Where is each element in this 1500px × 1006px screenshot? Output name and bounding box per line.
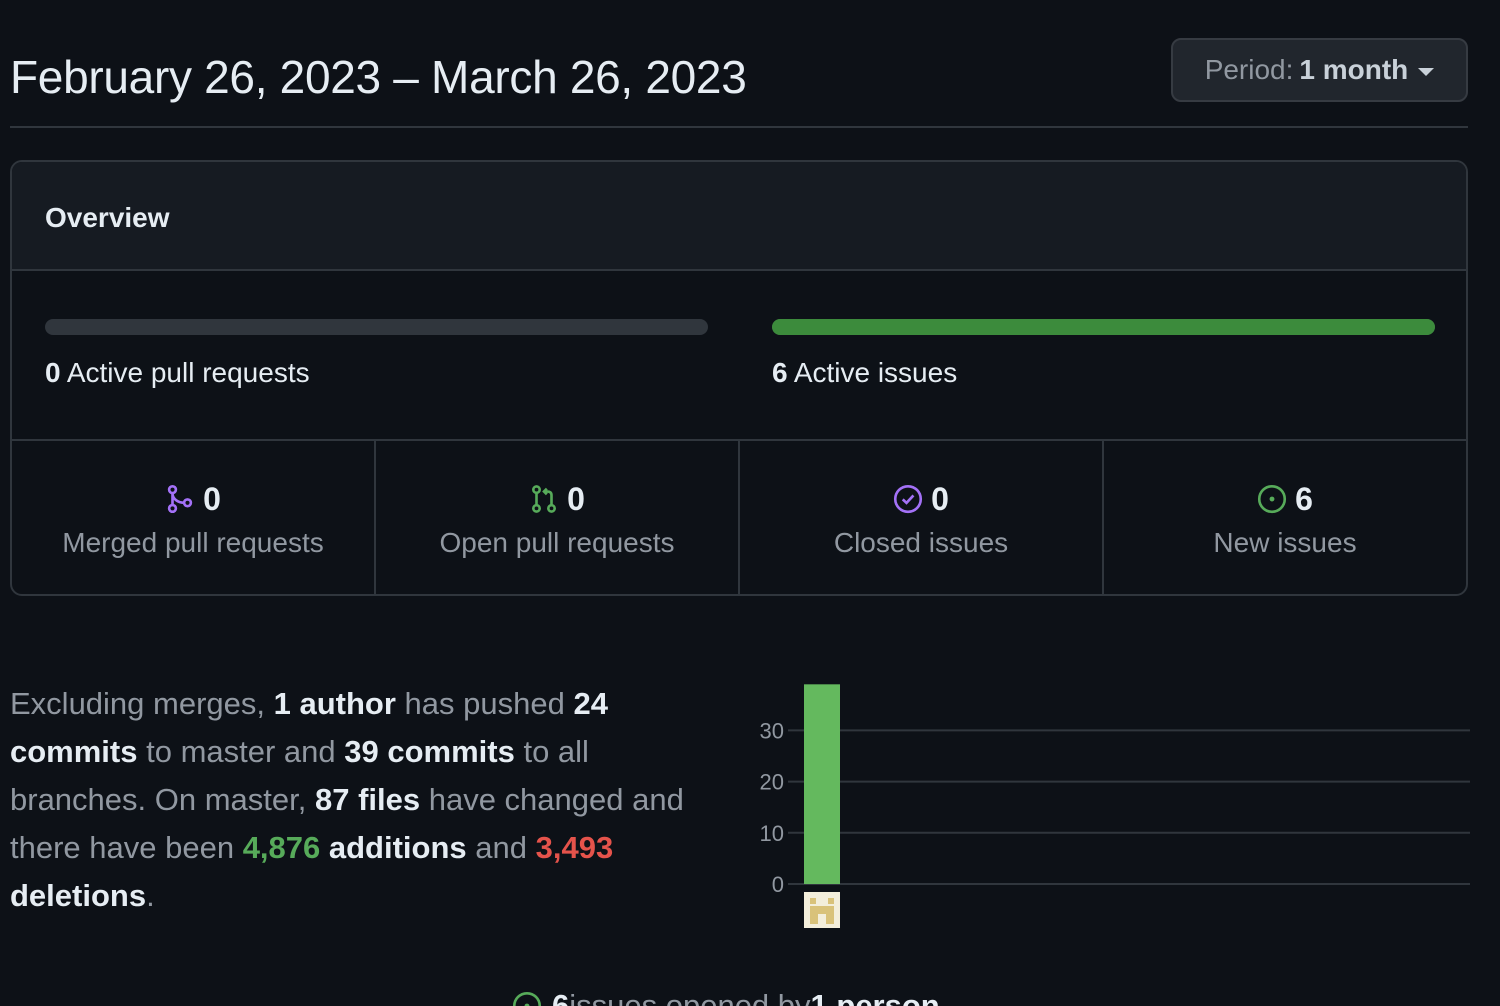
git-merge-icon [167, 484, 193, 514]
open-pull-requests-count: 0 [567, 480, 585, 517]
issue-closed-icon [894, 484, 923, 514]
git-pull-request-icon [532, 485, 557, 513]
files-changed-count: 87 files [314, 782, 421, 817]
overview-stats: 0 Merged pull requests 0 Open pull reque… [12, 441, 1466, 594]
activity-bars: 0 Active pull requests 6 Active issues [12, 271, 1466, 441]
pull-requests-progress-bar[interactable] [45, 319, 708, 335]
issues-opened-summary: 6 issues opened by 1 person [512, 988, 940, 1006]
summary-text: Excluding merges, [10, 686, 274, 721]
active-issues-label: Active issues [793, 357, 958, 388]
author-count-link[interactable]: 1 author [274, 686, 396, 721]
closed-issues-label: Closed issues [833, 527, 1009, 558]
new-issues-label: New issues [1213, 527, 1357, 558]
merged-pull-requests-count: 0 [203, 480, 221, 517]
period-value: 1 month [1299, 54, 1409, 85]
active-pull-requests-count: 0 [45, 357, 61, 388]
stat-new-issues[interactable]: 6 New issues [1104, 441, 1466, 594]
issues-opened-count: 6 [552, 988, 570, 1006]
issues-opened-text: issues opened by [569, 988, 811, 1006]
active-pull-requests-link[interactable]: 0 Active pull requests [45, 357, 310, 389]
issue-opened-icon [1258, 484, 1287, 514]
y-tick-label: 0 [772, 872, 784, 897]
open-pull-requests-label: Open pull requests [439, 527, 675, 558]
issue-opened-icon [512, 991, 542, 1006]
active-issues-link[interactable]: 6 Active issues [772, 357, 957, 389]
period-dropdown-button[interactable]: Period: 1 month [1171, 38, 1468, 102]
active-pull-requests-label: Active pull requests [66, 357, 310, 388]
period-label: Period: [1204, 54, 1294, 85]
active-issues-count: 6 [772, 357, 788, 388]
issues-progress-bar[interactable] [772, 319, 1435, 335]
y-tick-label: 10 [760, 821, 784, 846]
closed-issues-count: 0 [931, 480, 949, 517]
pulse-page: February 26, 2023 – March 26, 2023 Perio… [0, 0, 1500, 1006]
deletions-count: 3,493 [535, 830, 614, 865]
y-tick-label: 30 [760, 718, 784, 743]
new-issues-count: 6 [1295, 480, 1313, 517]
commits-by-author-chart: 0 10 20 30 [740, 670, 1480, 940]
all-commits-count: 39 commits [344, 734, 515, 769]
commit-summary: Excluding merges, 1 author has pushed 24… [10, 680, 730, 920]
deletions-label: deletions [10, 878, 147, 913]
commit-bar [804, 684, 840, 884]
date-range-title: February 26, 2023 – March 26, 2023 [10, 51, 747, 103]
stat-closed-issues[interactable]: 0 Closed issues [740, 441, 1104, 594]
issues-progress-fill [772, 319, 1435, 335]
stat-merged-pull-requests[interactable]: 0 Merged pull requests [12, 441, 376, 594]
commits-chart-svg: 0 10 20 30 [760, 684, 1470, 928]
summary-text: to master and [137, 734, 345, 769]
summary-text: . [146, 878, 155, 913]
y-tick-label: 20 [760, 770, 784, 795]
merged-pull-requests-label: Merged pull requests [62, 527, 324, 558]
pulse-header: February 26, 2023 – March 26, 2023 Perio… [10, 36, 1468, 128]
summary-text: and [466, 830, 536, 865]
caret-down-icon [1418, 68, 1435, 76]
overview-box: Overview 0 Active pull requests 6 Active… [10, 160, 1468, 596]
author-avatar[interactable] [804, 892, 840, 928]
overview-title: Overview [12, 162, 1466, 271]
stat-open-pull-requests[interactable]: 0 Open pull requests [376, 441, 740, 594]
additions-count: 4,876 [242, 830, 321, 865]
additions-label: additions [320, 830, 467, 865]
issues-opened-people[interactable]: 1 person [811, 988, 940, 1006]
summary-text: has pushed [395, 686, 574, 721]
